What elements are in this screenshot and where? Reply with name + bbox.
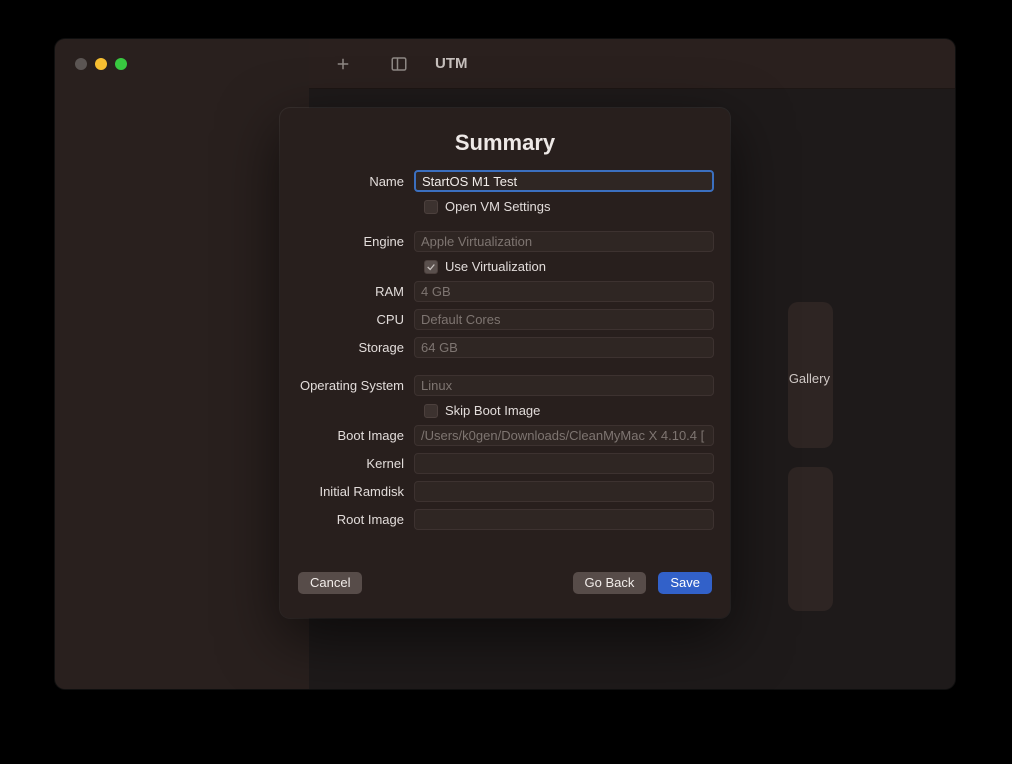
storage-field [414, 337, 714, 358]
go-back-button[interactable]: Go Back [573, 572, 647, 594]
label-kernel: Kernel [296, 456, 414, 471]
row-os: Operating System [296, 375, 714, 396]
ram-field [414, 281, 714, 302]
row-ram: RAM [296, 281, 714, 302]
minimize-window-button[interactable] [95, 58, 107, 70]
use-virtualization-label: Use Virtualization [445, 259, 546, 274]
row-storage: Storage [296, 337, 714, 358]
skip-boot-image-checkbox[interactable] [424, 404, 438, 418]
root-image-field [414, 509, 714, 530]
row-open-vm-settings: Open VM Settings [296, 199, 714, 214]
open-vm-settings-label: Open VM Settings [445, 199, 551, 214]
cpu-field [414, 309, 714, 330]
toolbar: UTM [309, 39, 955, 89]
label-boot-image: Boot Image [296, 428, 414, 443]
label-root-image: Root Image [296, 512, 414, 527]
gallery-label: Gallery [789, 371, 830, 386]
ramdisk-field [414, 481, 714, 502]
label-cpu: CPU [296, 312, 414, 327]
row-ramdisk: Initial Ramdisk [296, 481, 714, 502]
open-vm-settings-checkbox[interactable] [424, 200, 438, 214]
label-storage: Storage [296, 340, 414, 355]
row-skip-boot-image: Skip Boot Image [296, 403, 714, 418]
row-name: Name [296, 170, 714, 192]
row-boot-image: Boot Image [296, 425, 714, 446]
row-engine: Engine [296, 231, 714, 252]
row-use-virtualization: Use Virtualization [296, 259, 714, 274]
sheet-title: Summary [280, 108, 730, 170]
toolbar-title: UTM [435, 55, 468, 72]
use-virtualization-checkbox[interactable] [424, 260, 438, 274]
engine-field [414, 231, 714, 252]
kernel-field [414, 453, 714, 474]
os-field [414, 375, 714, 396]
sheet-body: Name Open VM Settings Engine Use Virtual… [280, 170, 730, 560]
name-field[interactable] [414, 170, 714, 192]
label-engine: Engine [296, 234, 414, 249]
traffic-lights [55, 39, 309, 70]
maximize-window-button[interactable] [115, 58, 127, 70]
summary-sheet: Summary Name Open VM Settings Engine Use… [280, 108, 730, 618]
row-cpu: CPU [296, 309, 714, 330]
label-ramdisk: Initial Ramdisk [296, 484, 414, 499]
sheet-footer: Cancel Go Back Save [280, 560, 730, 618]
save-button[interactable]: Save [658, 572, 712, 594]
label-ram: RAM [296, 284, 414, 299]
gallery-card[interactable] [788, 467, 833, 611]
sidebar-toggle-icon[interactable] [383, 52, 415, 76]
row-kernel: Kernel [296, 453, 714, 474]
label-os: Operating System [296, 378, 414, 393]
skip-boot-image-label: Skip Boot Image [445, 403, 540, 418]
close-window-button[interactable] [75, 58, 87, 70]
add-button[interactable] [327, 52, 359, 76]
boot-image-field [414, 425, 714, 446]
row-root-image: Root Image [296, 509, 714, 530]
label-name: Name [296, 174, 414, 189]
cancel-button[interactable]: Cancel [298, 572, 362, 594]
sidebar [55, 39, 309, 689]
